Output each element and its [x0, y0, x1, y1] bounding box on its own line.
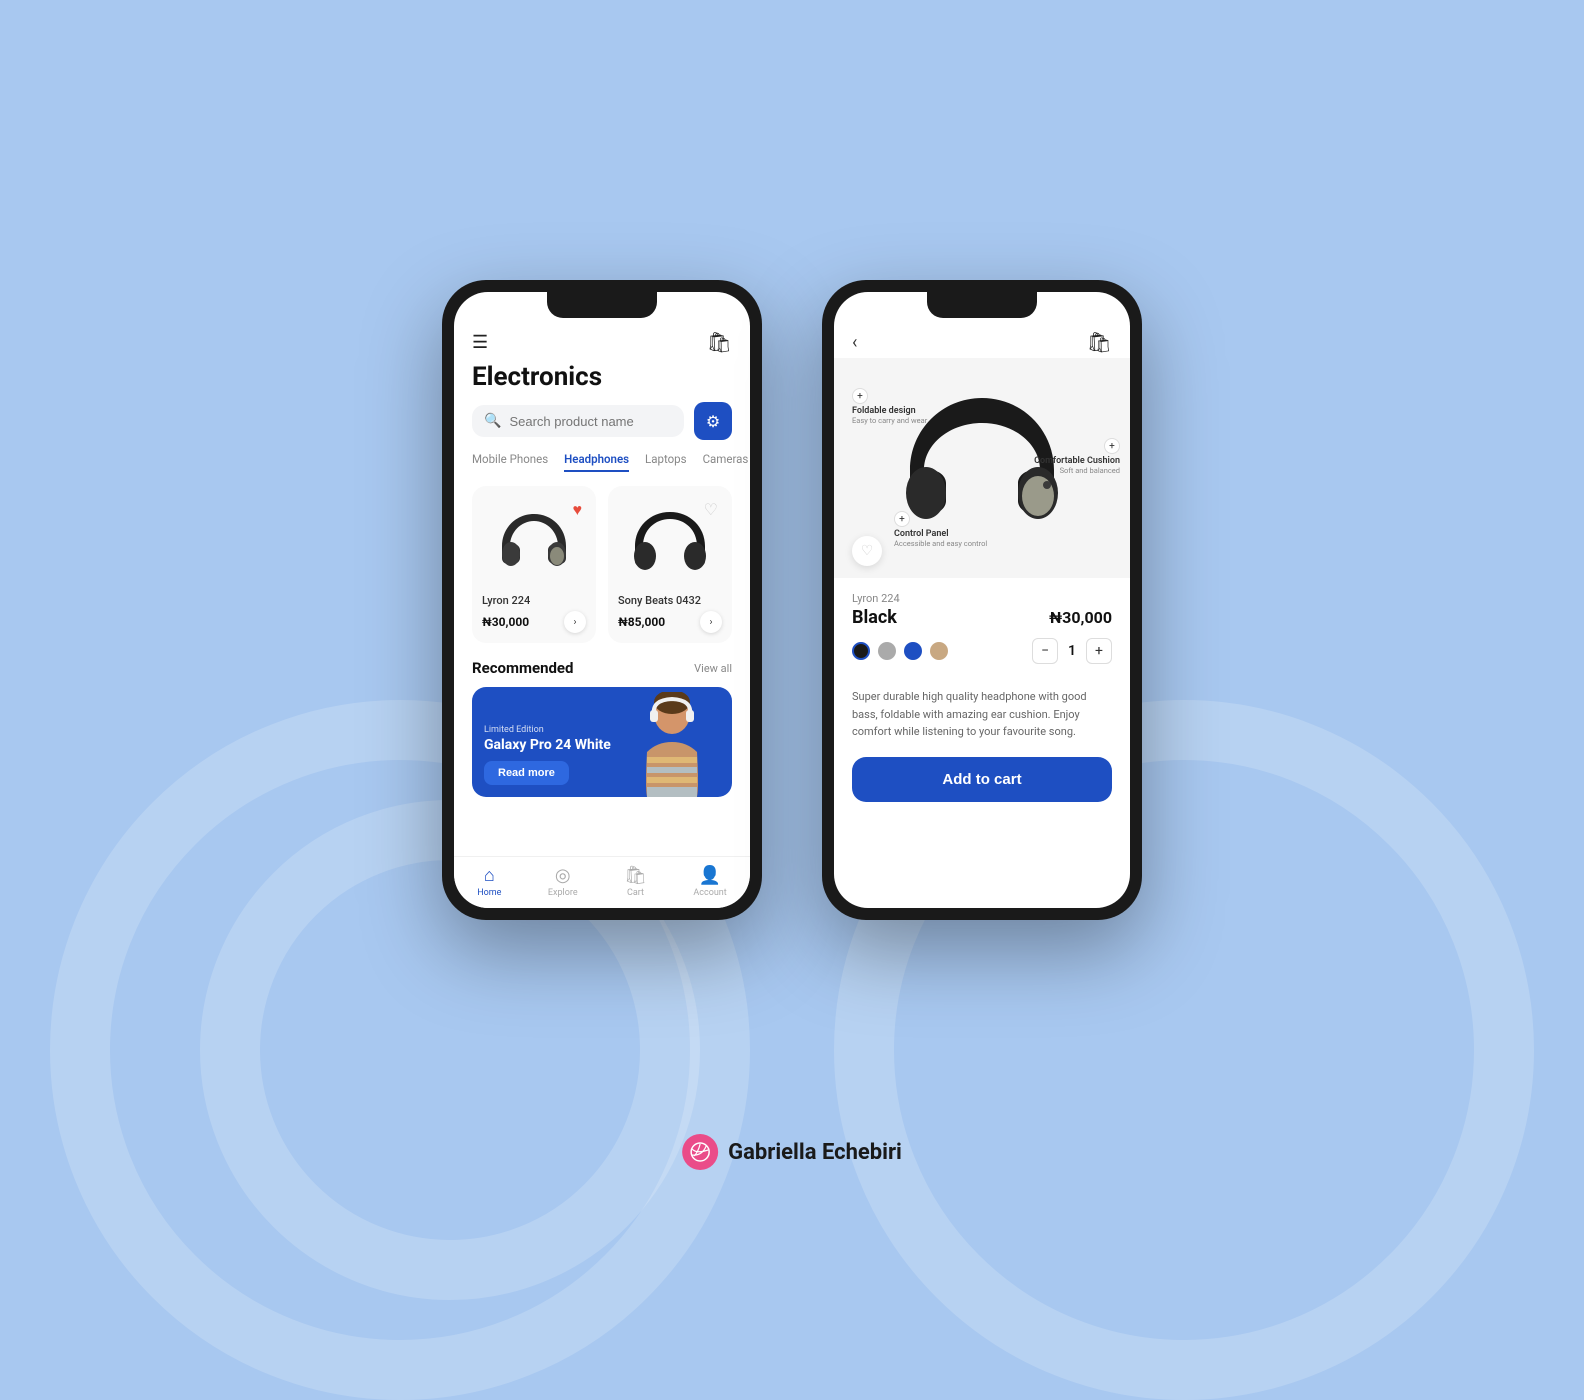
search-row: 🔍 ⚙ — [454, 402, 750, 440]
promo-edition-label: Limited Edition — [484, 725, 611, 735]
phone-2: ‹ 🛍 + Foldable d — [822, 280, 1142, 920]
add-to-cart-button[interactable]: Add to cart — [852, 757, 1112, 802]
color-option-gray[interactable] — [878, 642, 896, 660]
detail-info: Lyron 224 Black ₦30,000 − — [834, 578, 1130, 816]
cart-icon[interactable]: 🛍 — [707, 330, 732, 354]
product-arrow-1[interactable]: › — [564, 611, 586, 633]
nav-account[interactable]: 👤 Account — [693, 865, 726, 898]
phone-1: ☰ 🛍 Electronics 🔍 ⚙ Mob — [442, 280, 762, 920]
search-box[interactable]: 🔍 — [472, 405, 684, 437]
product-price-1: ₦30,000 — [482, 615, 529, 629]
quantity-control: − 1 + — [1032, 638, 1112, 664]
annotation-foldable: + Foldable design Easy to carry and wear — [852, 388, 927, 425]
nav-home[interactable]: ⌂ Home — [477, 865, 501, 898]
menu-icon[interactable]: ☰ — [472, 332, 488, 353]
view-all-link[interactable]: View all — [694, 662, 732, 675]
search-input[interactable] — [509, 414, 672, 429]
promo-person-illustration — [612, 687, 732, 797]
headphone-image-1 — [494, 506, 574, 576]
product-card-1[interactable]: ♥ Lyron 224 ₦30,000 › — [472, 486, 596, 643]
nav-cart-label: Cart — [627, 888, 644, 898]
product-arrow-2[interactable]: › — [700, 611, 722, 633]
wishlist-button-detail[interactable]: ♡ — [852, 536, 882, 566]
bottom-nav: ⌂ Home ◎ Explore 🛍 Cart 👤 Account — [454, 856, 750, 908]
products-row: ♥ Lyron 224 ₦30,000 › — [454, 486, 750, 643]
categories-row: Mobile Phones Headphones Laptops Cameras… — [454, 452, 750, 472]
promo-text: Limited Edition Galaxy Pro 24 White Read… — [484, 725, 611, 785]
notch-2 — [927, 292, 1037, 318]
account-icon: 👤 — [699, 865, 721, 886]
promo-banner: Limited Edition Galaxy Pro 24 White Read… — [472, 687, 732, 797]
phone-1-screen: ☰ 🛍 Electronics 🔍 ⚙ Mob — [454, 292, 750, 908]
read-more-button[interactable]: Read more — [484, 761, 569, 785]
recommended-title: Recommended — [472, 659, 573, 677]
category-mobile-phones[interactable]: Mobile Phones — [472, 452, 548, 472]
product-description: Super durable high quality headphone wit… — [852, 688, 1112, 741]
detail-name-price-row: Black ₦30,000 — [852, 607, 1112, 628]
person-svg — [617, 692, 727, 797]
phone-1-content: ☰ 🛍 Electronics 🔍 ⚙ Mob — [454, 292, 750, 908]
category-headphones[interactable]: Headphones — [564, 452, 629, 472]
color-qty-row: − 1 + — [852, 638, 1112, 676]
p2-header: ‹ 🛍 — [834, 322, 1130, 358]
nav-cart-icon: 🛍 — [624, 865, 647, 886]
quantity-increase-button[interactable]: + — [1086, 638, 1112, 664]
phone-2-content: ‹ 🛍 + Foldable d — [834, 292, 1130, 908]
promo-product-name: Galaxy Pro 24 White — [484, 737, 611, 753]
page-title: Electronics — [454, 358, 750, 402]
dribbble-icon — [682, 1134, 718, 1170]
color-options — [852, 642, 948, 660]
headphone-image-2 — [630, 506, 710, 576]
color-option-blue[interactable] — [904, 642, 922, 660]
cart-icon-detail[interactable]: 🛍 — [1087, 330, 1112, 354]
p1-header: ☰ 🛍 — [454, 322, 750, 358]
nav-explore[interactable]: ◎ Explore — [548, 865, 578, 898]
attribution: Gabriella Echebiri — [682, 1134, 902, 1170]
category-cameras[interactable]: Cameras — [703, 452, 749, 472]
nav-account-label: Account — [693, 888, 726, 898]
color-option-black[interactable] — [852, 642, 870, 660]
wishlist-icon-1[interactable]: ♥ — [573, 500, 583, 520]
product-color-name: Black — [852, 607, 897, 628]
product-detail-image: + Foldable design Easy to carry and wear… — [834, 358, 1130, 578]
product-name-2: Sony Beats 0432 — [618, 594, 722, 607]
wishlist-icon-2[interactable]: ♡ — [704, 500, 718, 519]
product-card-2[interactable]: ♡ Sony Beats 0432 ₦85,000 › — [608, 486, 732, 643]
product-price-row-2: ₦85,000 › — [618, 611, 722, 633]
product-img-2: ♡ — [618, 496, 722, 586]
nav-cart[interactable]: 🛍 Cart — [624, 865, 647, 898]
quantity-value: 1 — [1068, 643, 1076, 659]
nav-explore-label: Explore — [548, 888, 578, 898]
quantity-decrease-button[interactable]: − — [1032, 638, 1058, 664]
home-icon: ⌂ — [484, 865, 495, 886]
nav-home-label: Home — [477, 888, 501, 898]
notch-1 — [547, 292, 657, 318]
search-icon: 🔍 — [484, 413, 501, 429]
annotation-control: + Control Panel Accessible and easy cont… — [894, 511, 987, 548]
product-price-2: ₦85,000 — [618, 615, 665, 629]
color-option-tan[interactable] — [930, 642, 948, 660]
annotation-dot-cushion[interactable]: + — [1104, 438, 1120, 454]
product-img-1: ♥ — [482, 496, 586, 586]
annotation-dot-control[interactable]: + — [894, 511, 910, 527]
category-laptops[interactable]: Laptops — [645, 452, 687, 472]
filter-icon: ⚙ — [706, 412, 720, 431]
back-button[interactable]: ‹ — [852, 332, 857, 353]
phones-container: ☰ 🛍 Electronics 🔍 ⚙ Mob — [442, 280, 1142, 920]
explore-icon: ◎ — [555, 865, 571, 886]
product-name-1: Lyron 224 — [482, 594, 586, 607]
filter-button[interactable]: ⚙ — [694, 402, 732, 440]
product-price-row-1: ₦30,000 › — [482, 611, 586, 633]
recommended-header: Recommended View all — [454, 659, 750, 677]
product-model: Lyron 224 — [852, 592, 1112, 605]
attribution-name: Gabriella Echebiri — [728, 1140, 902, 1165]
annotation-cushion: + Comfortable Cushion Soft and balanced — [1034, 438, 1120, 475]
annotation-dot-foldable[interactable]: + — [852, 388, 868, 404]
phone-2-screen: ‹ 🛍 + Foldable d — [834, 292, 1130, 908]
product-detail-price: ₦30,000 — [1049, 608, 1112, 627]
